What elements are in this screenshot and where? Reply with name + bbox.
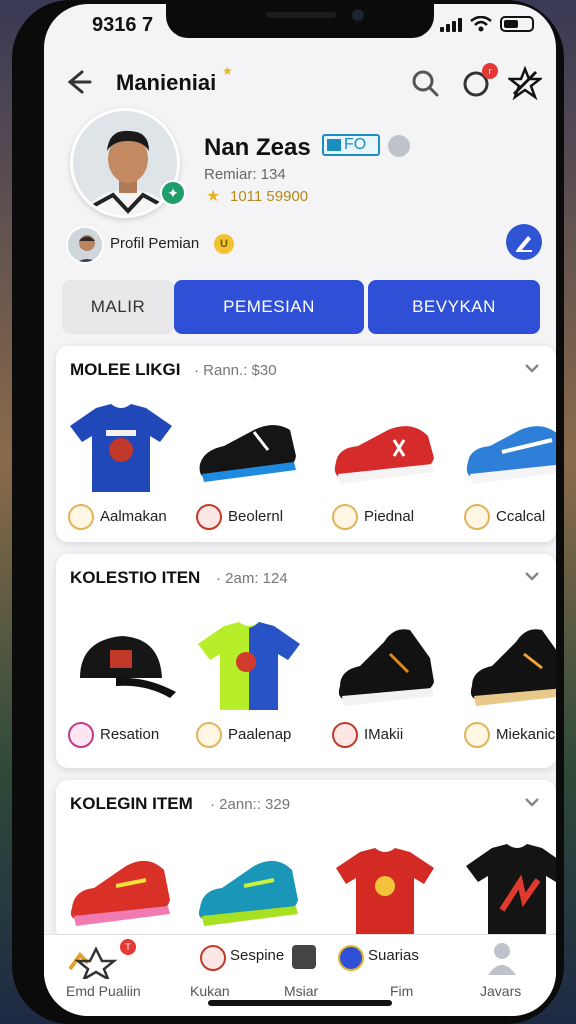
item-card[interactable]: [56, 832, 184, 940]
item-label: Piednal: [364, 508, 415, 525]
battery-icon: [500, 16, 534, 32]
jersey-image: [466, 844, 556, 936]
wifi-icon: [470, 16, 492, 32]
item-card[interactable]: IMakii: [320, 610, 448, 760]
nav-item-msiar[interactable]: Msiar: [284, 983, 318, 999]
collection-card: MOLEE LIKGI · Rann.: $30 Aalmakan Beoler…: [56, 346, 556, 542]
rank-icon: [388, 135, 410, 157]
star-icon: ★: [222, 64, 233, 78]
trophy-icon: [464, 504, 490, 530]
menu-icon[interactable]: [292, 945, 316, 969]
item-card[interactable]: Beolernl: [184, 392, 312, 542]
section-meta: · Rann.: $30: [194, 362, 277, 379]
star-share-icon[interactable]: [508, 66, 542, 100]
nav-item-fim[interactable]: Fim: [390, 983, 413, 999]
boot-image: [470, 629, 556, 706]
top-bar: Manieniai ★ r: [44, 60, 556, 108]
profile-link[interactable]: Profil Pemian: [110, 235, 199, 252]
item-card[interactable]: [184, 832, 312, 940]
nav-item-home[interactable]: Emd Pualiin: [66, 983, 141, 999]
tool-icon: [464, 722, 490, 748]
home-indicator: [208, 1000, 392, 1006]
section-meta: · 2ann:: 329: [210, 796, 291, 813]
chevron-down-icon[interactable]: [522, 358, 542, 378]
collection-card: KOLESTIO ITEN · 2am: 124 Resation Paalen…: [56, 554, 556, 768]
globe-icon: [338, 945, 364, 971]
nav-top-label[interactable]: Suarias: [368, 947, 419, 964]
app-screen: 9316 7 Manieniai ★ r ✦ Nan Zeas FO Remia…: [44, 4, 556, 1016]
nav-badge: T: [120, 939, 136, 955]
edit-button[interactable]: [506, 224, 542, 260]
cap-image: [80, 636, 176, 698]
notification-badge: r: [482, 63, 498, 79]
ball-icon: [200, 945, 226, 971]
profile-badge: FO: [322, 134, 380, 156]
jersey-image: [336, 848, 434, 936]
chevron-down-icon[interactable]: [522, 566, 542, 586]
item-label: Paalenap: [228, 726, 292, 743]
boot-image: [338, 629, 434, 706]
sneaker-image: [334, 426, 434, 484]
star-icon: ★: [206, 188, 221, 205]
tab-malir[interactable]: MALIR: [62, 280, 174, 334]
section-title: MOLEE LIKGI: [70, 360, 181, 379]
profile-badge-text: FO: [344, 136, 367, 153]
tab-pemesian[interactable]: PEMESIAN: [174, 280, 364, 334]
sport-icon: [196, 504, 222, 530]
nav-item-kukan[interactable]: Kukan: [190, 983, 230, 999]
boot-image: [198, 860, 298, 926]
coin-icon: U: [214, 234, 234, 254]
item-card[interactable]: Piednal: [320, 392, 448, 542]
sneaker-image: [466, 426, 556, 484]
hand-icon: [68, 722, 94, 748]
sport-icon: [332, 722, 358, 748]
nav-item-javars[interactable]: Javars: [480, 983, 521, 999]
home-icon[interactable]: [66, 945, 122, 979]
camera-notch: [166, 4, 434, 38]
item-label: Resation: [100, 726, 160, 743]
mini-avatar[interactable]: [66, 226, 104, 264]
item-label: Aalmakan: [100, 508, 167, 525]
ball-icon: [332, 504, 358, 530]
nav-top-label[interactable]: Sespine: [230, 947, 284, 964]
boot-image: [199, 425, 296, 482]
back-arrow-icon[interactable]: [62, 66, 98, 102]
boot-image: [70, 860, 170, 926]
page-title: Manieniai: [116, 70, 217, 95]
section-meta: · 2am: 124: [216, 570, 288, 587]
verified-icon: ✦: [160, 180, 186, 206]
item-label: Ccalcal: [496, 508, 546, 525]
item-card[interactable]: Resation: [56, 610, 184, 760]
ticket-icon: [327, 139, 341, 151]
ball-icon: [196, 722, 222, 748]
signal-icon: [440, 16, 462, 32]
item-card[interactable]: Paalenap: [184, 610, 312, 760]
item-card[interactable]: [452, 832, 556, 940]
tab-bevykan[interactable]: BEVYKAN: [368, 280, 540, 334]
item-card[interactable]: Aalmakan: [56, 392, 184, 542]
collection-card: KOLEGIN ITEM · 2ann:: 329: [56, 780, 556, 940]
item-label: Miekanic: [496, 726, 556, 743]
item-card[interactable]: Miekanic: [452, 610, 556, 760]
item-card[interactable]: Ccalcal: [452, 392, 556, 542]
status-icons: [440, 16, 534, 32]
user-icon[interactable]: [486, 941, 518, 975]
status-time: 9316 7: [92, 14, 154, 36]
search-icon[interactable]: [410, 68, 440, 98]
section-title: KOLESTIO ITEN: [70, 568, 201, 587]
item-card[interactable]: [320, 832, 448, 940]
phone-frame: 9316 7 Manieniai ★ r ✦ Nan Zeas FO Remia…: [12, 0, 564, 1024]
jersey-image: [198, 622, 300, 710]
profile-points: 1011 59900: [230, 188, 309, 205]
running-icon: [68, 504, 94, 530]
profile-name: Nan Zeas: [204, 134, 311, 161]
item-label: IMakii: [364, 726, 404, 743]
jersey-image: [70, 404, 172, 492]
profile-subtitle: Remiar: 134: [204, 166, 286, 183]
chevron-down-icon[interactable]: [522, 792, 542, 812]
section-title: KOLEGIN ITEM: [70, 794, 193, 813]
item-label: Beolernl: [228, 508, 284, 525]
